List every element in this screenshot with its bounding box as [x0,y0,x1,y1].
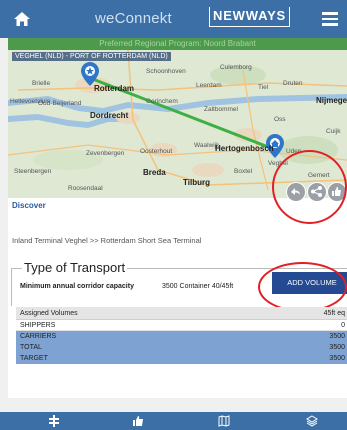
menu-icon[interactable] [322,12,338,26]
row-value: 3500 [329,333,345,340]
map-label: Druten [283,80,303,87]
map-label: Oss [274,116,286,123]
map-label: Oud-Beijerland [38,100,82,107]
highlight-circle-actions [272,150,347,224]
table-header-unit: 45ft eq [323,310,345,317]
newways-logo: NEWWAYS [209,7,291,27]
origin-pin-icon[interactable] [81,62,99,86]
map-label: Roosendaal [68,185,103,192]
map-label: Cuijk [326,128,341,135]
row-value: 3500 [329,355,345,362]
route-label: VEGHEL (NLD) - PORT OF ROTTERDAM (NLD) [12,52,171,61]
route-description: Inland Terminal Veghel >> Rotterdam Shor… [12,236,202,245]
layers-icon[interactable] [306,415,318,427]
map-icon[interactable] [218,415,230,427]
map-label: Oosterhout [140,148,173,155]
map-label: Breda [143,168,166,177]
map-label: Zevenbergen [86,150,125,157]
thumbs-up-nav-icon[interactable] [132,415,144,427]
app-header: weConnekt NEWWAYS [0,0,347,38]
table-header-label: Assigned Volumes [20,310,78,317]
home-icon[interactable] [14,12,30,26]
map-label: Boxtel [234,168,253,175]
map-label: Nijmegen [316,96,347,105]
route-icon[interactable] [48,415,60,427]
map-label: Tilburg [183,178,210,187]
row-label: CARRIERS [20,333,57,340]
map-label: Steenbergen [14,168,52,175]
capacity-label: Minimum annual corridor capacity [20,283,134,290]
table-row: TARGET 3500 [16,353,347,364]
map-label: Dordrecht [90,111,129,120]
app-name: weConnekt [95,10,172,27]
map-label: Schoonhoven [146,68,186,75]
row-label: TARGET [20,355,48,362]
table-row: TOTAL 3500 [16,342,347,353]
table-row: SHIPPERS 0 [16,320,347,331]
map-label: Gorinchem [146,98,178,105]
capacity-value: 3500 Container 40/45ft [162,283,234,290]
map-label: Zaltbommel [204,106,238,113]
map-label: Rotterdam [94,84,135,93]
row-value: 0 [341,322,345,329]
row-label: TOTAL [20,344,42,351]
row-value: 3500 [329,344,345,351]
transport-legend: Type of Transport [22,260,128,275]
table-header: Assigned Volumes 45ft eq [16,307,347,320]
map-label: Hertogenbosch [215,144,274,153]
row-label: SHIPPERS [20,322,56,329]
program-bar: Preferred Regional Program: Noord Braban… [8,38,347,50]
map-label: Leerdam [196,82,222,89]
map-label: Tiel [258,84,269,91]
map-label: Brielle [32,80,51,87]
volumes-table: Assigned Volumes 45ft eq SHIPPERS 0 CARR… [16,307,347,364]
highlight-circle-add-volume [258,262,347,312]
bottom-nav [0,412,347,430]
map-label: Culemborg [220,64,252,71]
table-row: CARRIERS 3500 [16,331,347,342]
